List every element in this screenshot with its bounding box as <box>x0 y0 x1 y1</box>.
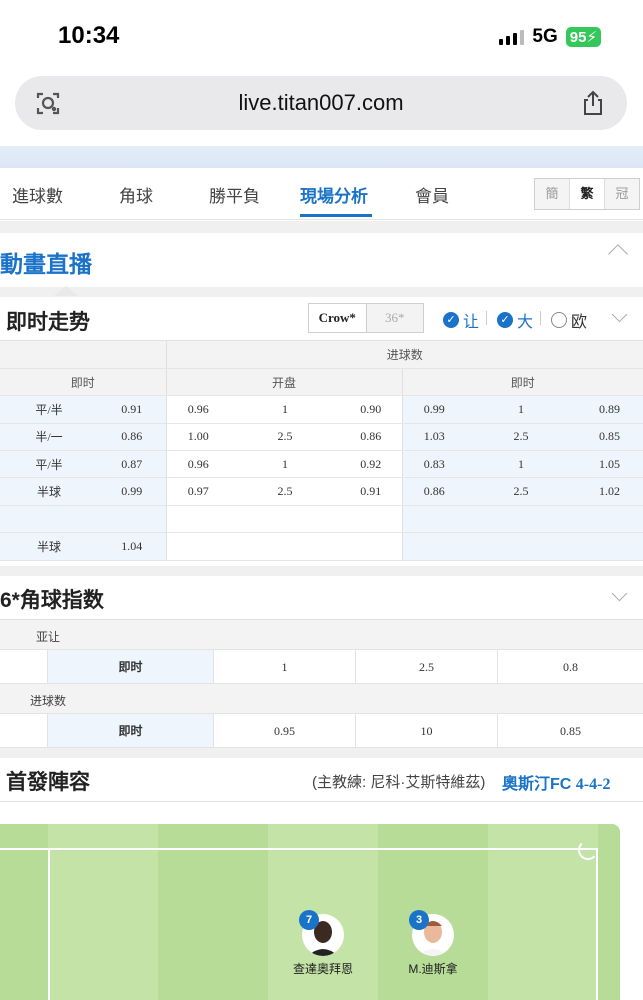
lineup-header: 首發陣容 (主教練: 尼科·艾斯特維茲) 奧斯汀FC 4-4-2 <box>0 758 643 802</box>
cell-value: 10 <box>356 714 498 747</box>
section-gap <box>0 566 643 576</box>
table-row: 半/一 0.86 1.00 2.5 0.86 1.03 2.5 0.85 <box>0 423 643 452</box>
team-label: 奧斯汀FC <box>502 776 572 793</box>
company-36[interactable]: 36* <box>366 304 423 332</box>
section-gap <box>0 221 643 233</box>
cell-value: 0.8 <box>563 660 578 674</box>
table-row: 平/半 0.91 0.96 1 0.90 0.99 1 0.89 <box>0 395 643 424</box>
player-number: 3 <box>409 910 429 930</box>
lang-traditional[interactable]: 繁 <box>570 179 605 209</box>
section-title: 首發陣容 <box>6 771 90 794</box>
option-handicap[interactable]: ✓ 让 <box>443 308 479 332</box>
check-icon: ✓ <box>443 312 459 328</box>
player-card[interactable]: 3 M.迪斯拿 <box>393 910 473 977</box>
player-number: 7 <box>299 910 319 930</box>
cell-value: 0.95 <box>214 714 356 747</box>
option-label: 欧 <box>571 314 588 331</box>
pitch: 7 查達奧拜恩 3 M.迪斯拿 <box>0 824 620 1000</box>
odds-table: 进球数 即时 开盘 即时 平/半 0.91 0.96 1 0.90 0.99 1 0.89… <box>0 341 643 561</box>
table-row: 半球 1.04 <box>0 532 643 561</box>
corner-index-header[interactable]: 6*角球指数 <box>0 576 643 620</box>
tab-member[interactable]: 會員 <box>415 182 449 207</box>
radio-icon <box>551 312 567 328</box>
status-indicators: 5G 95⚡ <box>499 26 601 48</box>
clock: 10:34 <box>58 22 120 49</box>
cell-label: 即时 <box>48 714 214 747</box>
tab-live-analysis[interactable]: 現場分析 <box>300 182 368 207</box>
pitch-line <box>0 848 598 850</box>
option-label: 大 <box>517 314 534 331</box>
pitch-corner-arc <box>578 840 598 860</box>
player-name: M.迪斯拿 <box>408 962 458 976</box>
company-selector: Crow* 36* <box>308 303 424 333</box>
lang-simplified[interactable]: 簡 <box>535 179 570 209</box>
network-type: 5G <box>532 26 558 47</box>
company-crow[interactable]: Crow* <box>309 304 367 332</box>
column-header: 即时 <box>0 368 166 397</box>
lang-other[interactable]: 冠 <box>605 179 639 209</box>
pointer-triangle <box>54 286 78 296</box>
share-icon[interactable] <box>579 89 607 117</box>
table-row <box>0 505 643 534</box>
team-name[interactable]: 奧斯汀FC 4-4-2 <box>502 770 610 794</box>
battery-level: 95 <box>569 29 587 46</box>
coach-label: (主教練: 尼科·艾斯特維茲) <box>312 774 486 791</box>
group-header-goals: 进球数 <box>165 341 643 369</box>
cell-label: 即时 <box>48 650 214 683</box>
section-gap <box>0 287 643 297</box>
formation: 4-4-2 <box>575 776 611 793</box>
pitch-line <box>48 848 50 1000</box>
row-label: 亚让 <box>36 630 61 644</box>
corner-handicap-header: 亚让 <box>0 620 643 650</box>
divider <box>540 311 541 325</box>
tab-corners[interactable]: 角球 <box>119 182 153 207</box>
section-title: 動畫直播 <box>0 251 92 277</box>
language-switcher: 簡 繁 冠 <box>534 178 640 210</box>
address-bar[interactable]: live.titan007.com <box>15 76 627 130</box>
pitch-line <box>596 848 598 1000</box>
option-total[interactable]: ✓ 大 <box>497 308 533 332</box>
url-text[interactable]: live.titan007.com <box>15 90 627 116</box>
player-name: 查達奧拜恩 <box>292 962 353 976</box>
table-row: 平/半 0.87 0.96 1 0.92 0.83 1 1.05 <box>0 450 643 479</box>
chevron-down-icon[interactable] <box>611 585 628 602</box>
signal-icon <box>499 29 525 45</box>
section-gap <box>0 748 643 758</box>
option-europe[interactable]: 欧 <box>551 308 587 332</box>
player-card[interactable]: 7 查達奧拜恩 <box>283 910 363 977</box>
check-icon: ✓ <box>497 312 513 328</box>
battery-icon: 95⚡ <box>565 27 601 47</box>
cell-value: 1 <box>214 650 356 683</box>
corner-total-row: 即时 0.95 10 0.85 <box>0 714 643 748</box>
corner-total-header: 进球数 <box>0 684 643 714</box>
status-bar: 10:34 5G 95⚡ <box>0 0 643 72</box>
option-label: 让 <box>463 314 480 331</box>
animation-live-section[interactable]: 動畫直播 <box>0 233 643 287</box>
section-title: 6*角球指数 <box>0 589 104 612</box>
chevron-up-icon[interactable] <box>608 244 628 264</box>
header-strip <box>0 146 643 168</box>
row-label: 进球数 <box>30 694 67 708</box>
section-title: 即时走势 <box>6 311 90 334</box>
tab-goals[interactable]: 進球數 <box>12 182 63 207</box>
active-tab-indicator <box>300 214 372 217</box>
cell-value: 0.85 <box>560 724 581 738</box>
live-trend-header: 即时走势 Crow* 36* ✓ 让 ✓ 大 欧 <box>0 297 643 341</box>
corner-handicap-row: 即时 1 2.5 0.8 <box>0 650 643 684</box>
tab-win-draw-loss[interactable]: 勝平負 <box>209 182 260 207</box>
cell-value: 2.5 <box>356 650 498 683</box>
column-header: 开盘 <box>165 368 402 397</box>
table-header: 即时 开盘 即时 <box>0 368 643 397</box>
nav-tabs: 進球數 角球 勝平負 現場分析 會員 簡 繁 冠 <box>0 168 643 220</box>
table-row: 半球 0.99 0.97 2.5 0.91 0.86 2.5 1.02 <box>0 477 643 506</box>
divider <box>486 311 487 325</box>
column-header: 即时 <box>401 368 643 397</box>
table-group-header: 进球数 <box>0 341 643 369</box>
chevron-down-icon[interactable] <box>611 306 628 323</box>
